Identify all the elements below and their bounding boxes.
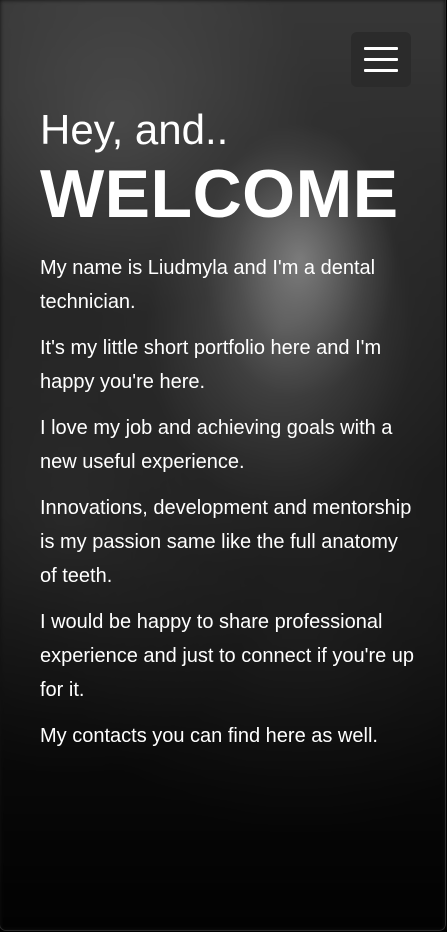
hero-content: Hey, and.. WELCOME My name is Liudmyla a… xyxy=(40,105,425,765)
page: Hey, and.. WELCOME My name is Liudmyla a… xyxy=(0,0,445,930)
greeting-text: Hey, and.. xyxy=(40,106,229,153)
intro-paragraph: Innovations, development and mentorship … xyxy=(40,497,412,587)
menu-button[interactable] xyxy=(351,32,411,87)
welcome-title: WELCOME xyxy=(40,156,399,232)
intro-paragraph: My name is Liudmyla and I'm a dental tec… xyxy=(40,257,376,313)
intro-paragraph: I love my job and achieving goals with a… xyxy=(40,417,393,473)
intro-paragraph: My contacts you can find here as well. xyxy=(40,725,378,747)
hamburger-menu-icon-bar-1 xyxy=(364,47,398,50)
hamburger-menu-icon-bar-2 xyxy=(364,58,398,61)
hamburger-menu-icon-bar-3 xyxy=(364,69,398,72)
intro-paragraph: It's my little short portfolio here and … xyxy=(40,337,382,393)
intro-paragraph: I would be happy to share professional e… xyxy=(40,611,415,701)
